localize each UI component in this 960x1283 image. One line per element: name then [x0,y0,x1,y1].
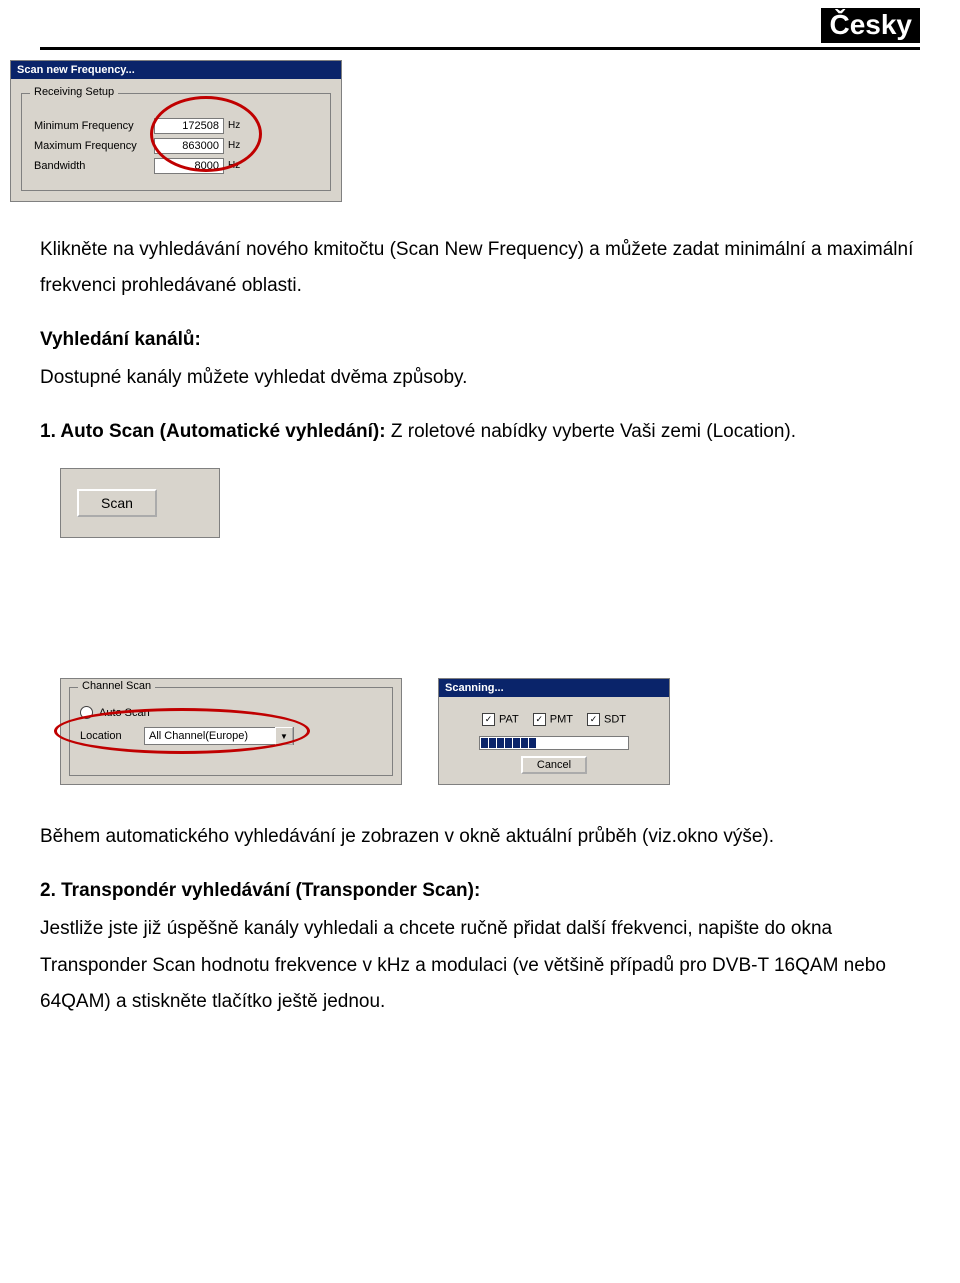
location-combobox[interactable]: All Channel(Europe) ▼ [144,727,294,745]
figure-row: Channel Scan Auto Scan Location All Chan… [60,678,920,785]
channel-scan-groupbox: Channel Scan Auto Scan Location All Chan… [69,687,393,776]
checkbox-icon: ✓ [482,713,495,726]
window-title: Scanning... [439,679,669,697]
auto-scan-radio-label: Auto Scan [99,707,150,719]
auto-scan-label: 1. Auto Scan (Automatické vyhledání): [40,421,386,442]
check-row: ✓ PAT ✓ PMT ✓ SDT [449,713,659,726]
paragraph: Dostupné kanály můžete vyhledat dvěma zp… [40,360,920,396]
bandwidth-input[interactable] [154,158,224,174]
pat-label: PAT [499,714,519,726]
location-row: Location All Channel(Europe) ▼ [80,727,382,745]
header-divider [40,47,920,50]
auto-scan-radio-row: Auto Scan [80,706,382,719]
checkbox-icon: ✓ [587,713,600,726]
unit-hz: Hz [228,140,240,151]
bandwidth-label: Bandwidth [34,160,154,172]
window-title: Scan new Frequency... [11,61,341,79]
chevron-down-icon[interactable]: ▼ [275,727,293,745]
scan-button[interactable]: Scan [77,489,157,517]
heading-transponder-scan: 2. Transpondér vyhledávání (Transponder … [40,873,920,909]
cancel-button[interactable]: Cancel [521,756,587,774]
heading-search-channels: Vyhledání kanálů: [40,322,920,358]
location-label: Location [80,730,144,742]
max-frequency-label: Maximum Frequency [34,140,154,152]
channel-scan-window: Channel Scan Auto Scan Location All Chan… [60,678,402,785]
max-frequency-row: Maximum Frequency Hz [34,138,318,154]
scan-button-figure: Scan [60,468,220,538]
unit-hz: Hz [228,160,240,171]
groupbox-label: Receiving Setup [30,86,118,98]
language-badge: Česky [821,8,920,43]
location-combo-value: All Channel(Europe) [149,730,248,742]
paragraph: Jestliže jste již úspěšně kanály vyhleda… [40,911,920,1019]
sdt-check[interactable]: ✓ SDT [587,713,626,726]
paragraph: Klikněte na vyhledávání nového kmitočtu … [40,232,920,304]
max-frequency-input[interactable] [154,138,224,154]
min-frequency-input[interactable] [154,118,224,134]
pat-check[interactable]: ✓ PAT [482,713,519,726]
min-frequency-row: Minimum Frequency Hz [34,118,318,134]
body-text: Klikněte na vyhledávání nového kmitočtu … [40,232,920,450]
min-frequency-label: Minimum Frequency [34,120,154,132]
body-text: Během automatického vyhledávání je zobra… [40,819,920,1019]
scan-progress-bar [479,736,629,750]
paragraph: Během automatického vyhledávání je zobra… [40,819,920,855]
bandwidth-row: Bandwidth Hz [34,158,318,174]
scanning-body: ✓ PAT ✓ PMT ✓ SDT Cancel [439,697,669,774]
groupbox-label: Channel Scan [78,680,155,692]
checkbox-icon: ✓ [533,713,546,726]
unit-hz: Hz [228,120,240,131]
page-header: Česky [40,0,920,43]
pmt-label: PMT [550,714,573,726]
scan-new-frequency-window: Scan new Frequency... Receiving Setup Mi… [10,60,342,202]
receiving-setup-groupbox: Receiving Setup Minimum Frequency Hz Max… [21,93,331,191]
auto-scan-radio[interactable] [80,706,93,719]
auto-scan-desc: Z roletové nabídky vyberte Vaši zemi (Lo… [386,421,796,442]
scanning-dialog: Scanning... ✓ PAT ✓ PMT ✓ SDT Cancel [438,678,670,785]
paragraph: 1. Auto Scan (Automatické vyhledání): Z … [40,414,920,450]
pmt-check[interactable]: ✓ PMT [533,713,573,726]
sdt-label: SDT [604,714,626,726]
